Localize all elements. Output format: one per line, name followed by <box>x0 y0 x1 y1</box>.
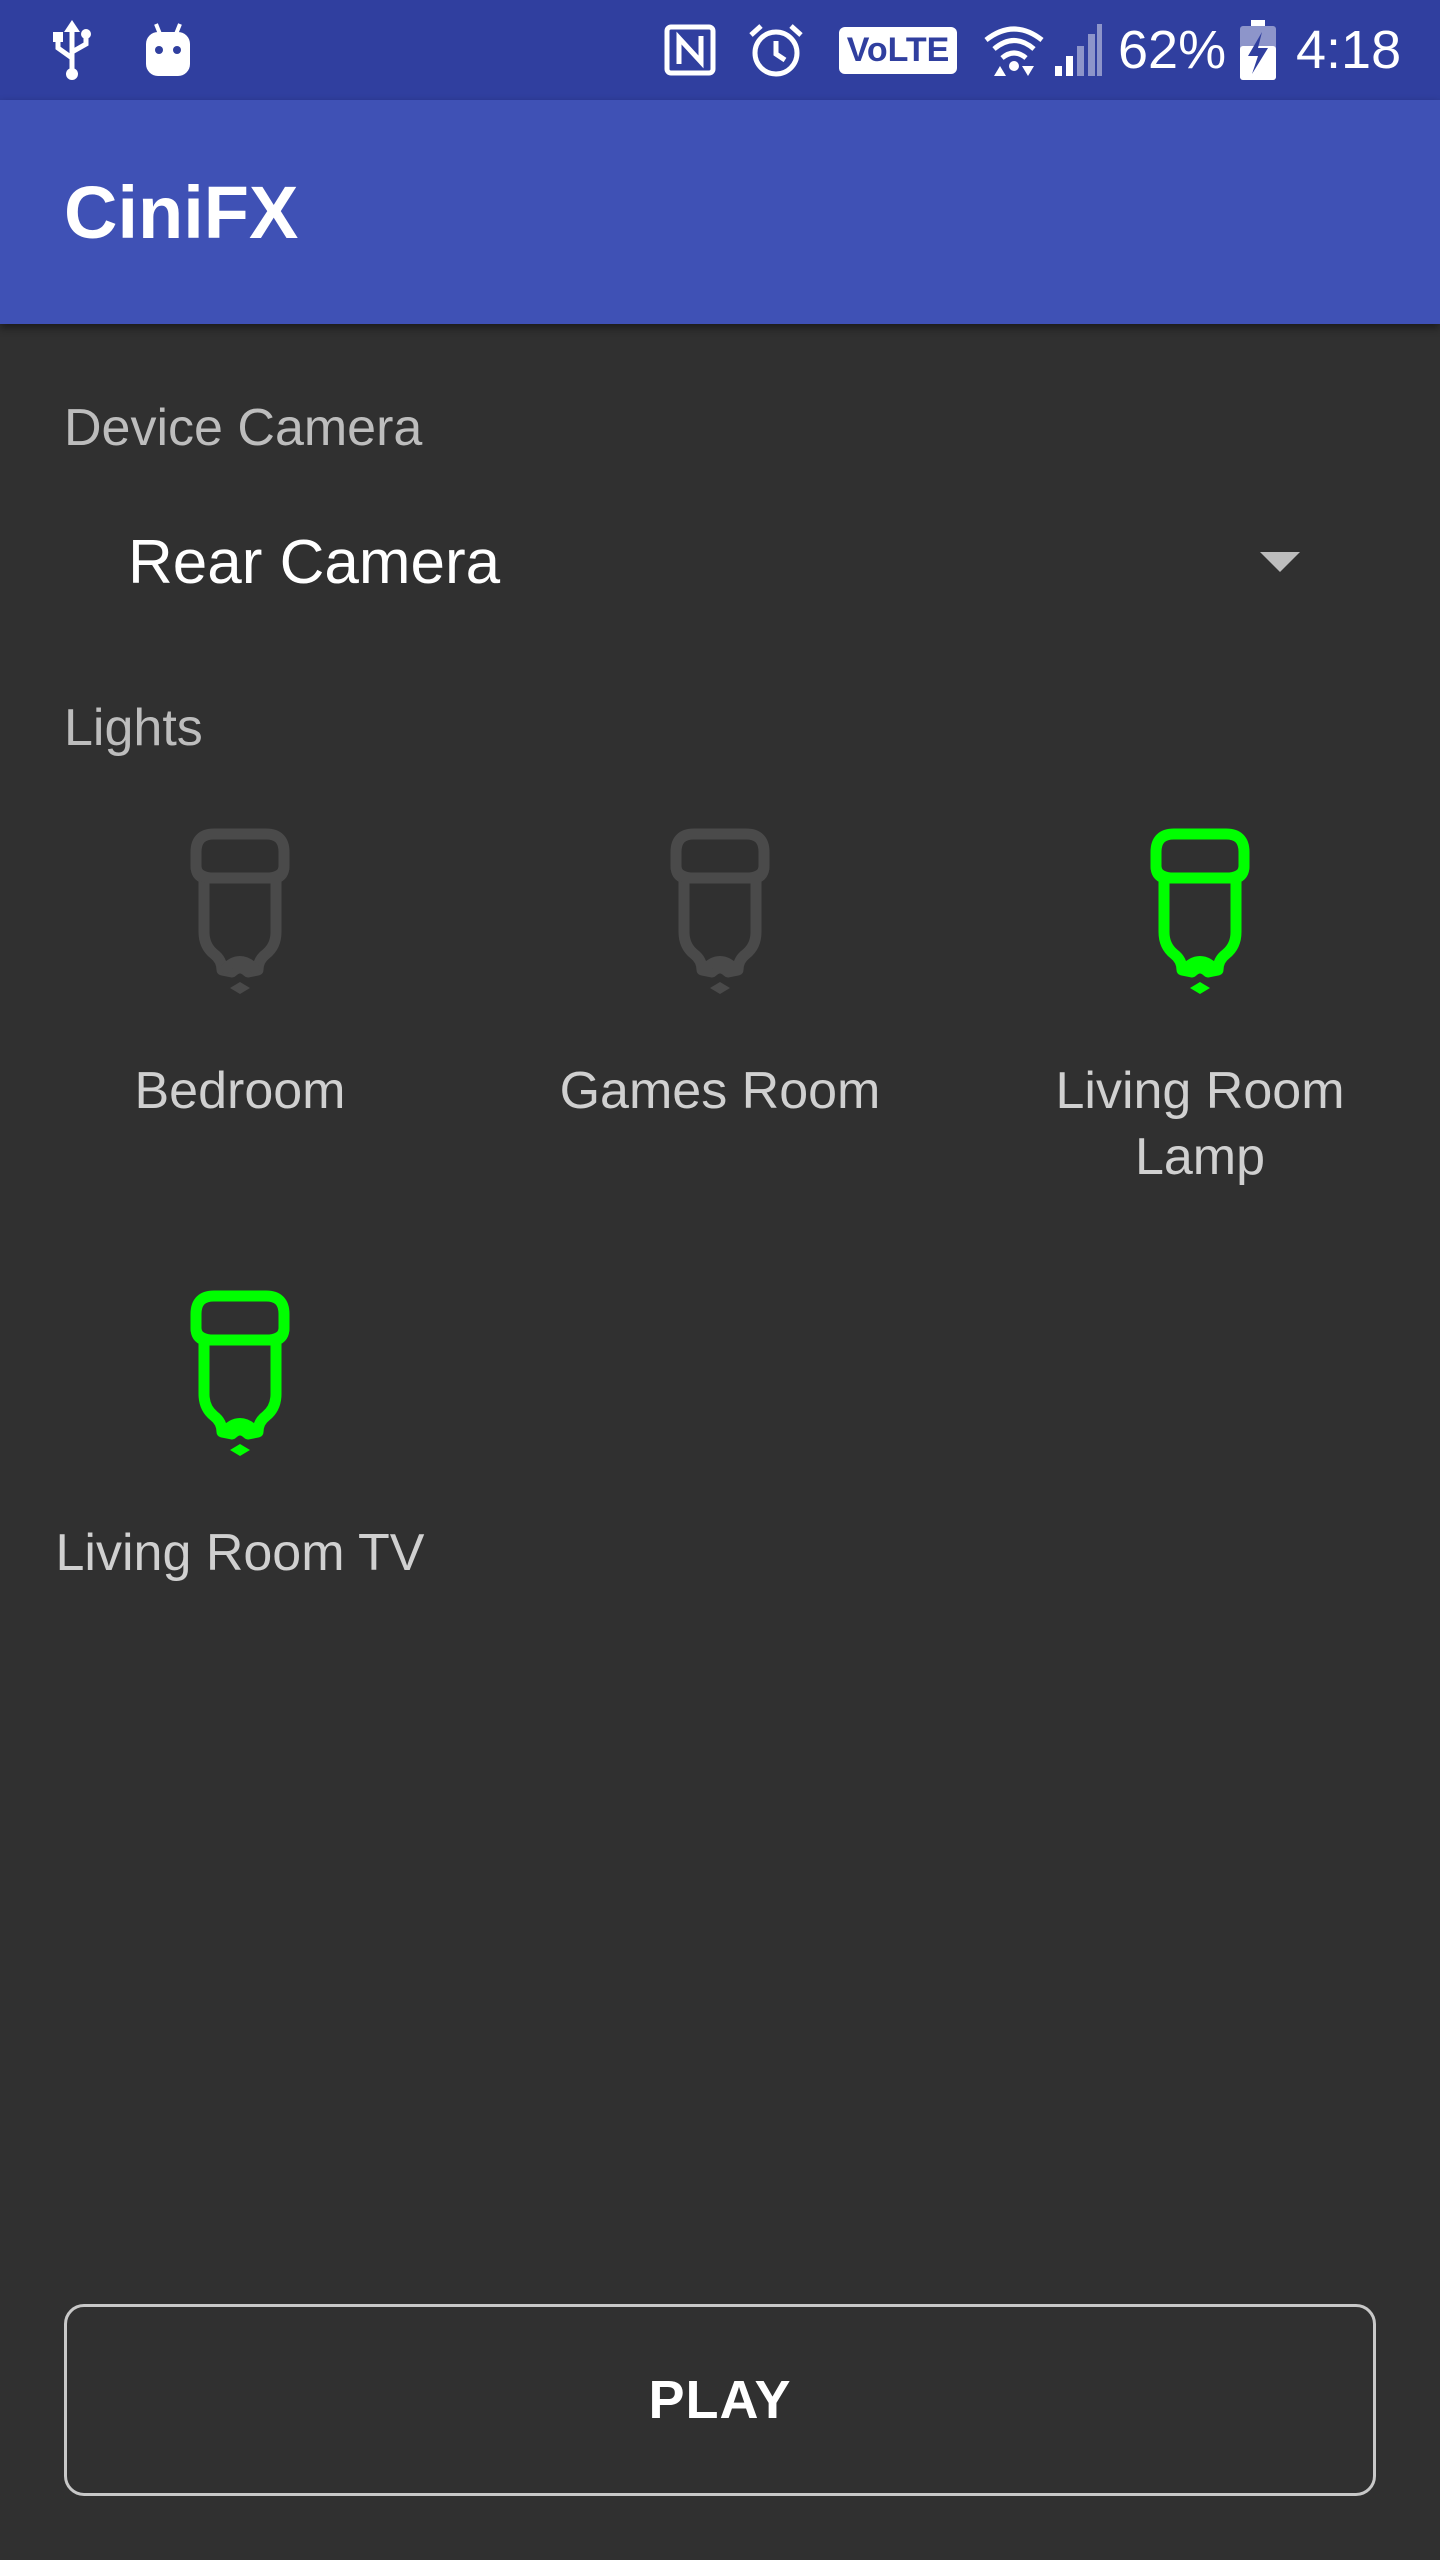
usb-icon <box>44 0 100 100</box>
light-item-bedroom[interactable]: Bedroom <box>0 822 480 1242</box>
light-item-games-room[interactable]: Games Room <box>480 822 960 1242</box>
nfc-icon <box>662 0 718 100</box>
dropdown-arrow-icon <box>1260 552 1300 572</box>
camera-selected-value: Rear Camera <box>128 527 501 597</box>
light-bulb-icon <box>170 1284 310 1484</box>
light-item-living-room-lamp[interactable]: Living Room Lamp <box>960 822 1440 1242</box>
play-button[interactable]: PLAY <box>64 2304 1376 2496</box>
volte-label: VoLTE <box>846 30 950 69</box>
light-label: Living Room Lamp <box>1055 1062 1345 1186</box>
light-label: Bedroom <box>134 1062 346 1120</box>
status-bar: VoLTE 62% 4:18 <box>0 0 1440 100</box>
clock-time: 4:18 <box>1296 20 1402 80</box>
alarm-icon <box>746 0 806 100</box>
light-label: Games Room <box>559 1062 881 1120</box>
app-title: CiniFX <box>64 170 299 254</box>
light-bulb-icon <box>650 822 790 1022</box>
light-item-living-room-tv[interactable]: Living Room TV <box>0 1284 480 1704</box>
volte-icon: VoLTE <box>838 0 958 100</box>
cell-signal-icon <box>1050 0 1106 100</box>
wifi-icon <box>982 0 1046 100</box>
app-bar: CiniFX <box>0 100 1440 324</box>
lights-label: Lights <box>64 699 203 757</box>
light-bulb-icon <box>170 822 310 1022</box>
android-debug-icon <box>140 0 196 100</box>
camera-selector[interactable]: Rear Camera <box>64 480 1376 644</box>
light-bulb-icon <box>1130 822 1270 1022</box>
light-label: Living Room TV <box>55 1524 425 1582</box>
battery-percent: 62% <box>1118 20 1227 80</box>
device-camera-label: Device Camera <box>64 399 423 457</box>
battery-charging-icon <box>1234 0 1282 100</box>
